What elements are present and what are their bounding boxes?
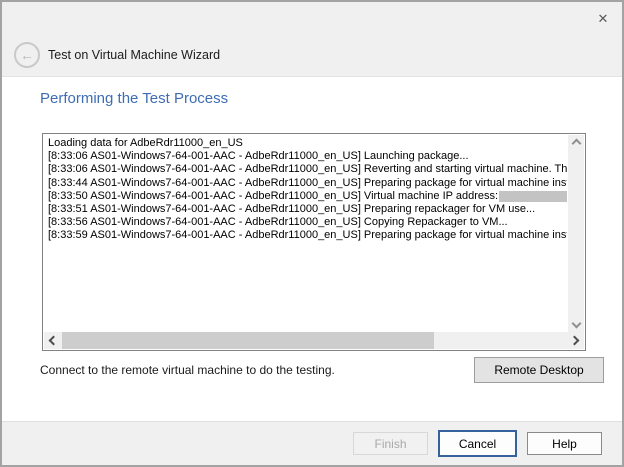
back-arrow-icon: ← bbox=[20, 48, 34, 62]
wizard-title: Test on Virtual Machine Wizard bbox=[48, 48, 220, 62]
log-line: [8:33:44 AS01-Windows7-64-001-AAC - Adbe… bbox=[48, 177, 567, 190]
log-line-text: [8:33:50 AS01-Windows7-64-001-AAC - Adbe… bbox=[48, 190, 498, 203]
log-line: [8:33:56 AS01-Windows7-64-001-AAC - Adbe… bbox=[48, 216, 567, 229]
log-line-text: [8:33:06 AS01-Windows7-64-001-AAC - Adbe… bbox=[48, 163, 567, 176]
scroll-left-icon[interactable] bbox=[49, 336, 59, 346]
log-line: [8:33:59 AS01-Windows7-64-001-AAC - Adbe… bbox=[48, 229, 567, 242]
remote-desktop-button[interactable]: Remote Desktop bbox=[474, 357, 604, 383]
scroll-right-icon[interactable] bbox=[570, 336, 580, 346]
log-line-text: [8:33:59 AS01-Windows7-64-001-AAC - Adbe… bbox=[48, 229, 567, 242]
page-title: Performing the Test Process bbox=[40, 90, 228, 107]
log-line-text: [8:33:56 AS01-Windows7-64-001-AAC - Adbe… bbox=[48, 216, 508, 229]
horizontal-scrollbar-thumb[interactable] bbox=[62, 332, 434, 349]
redacted-ip-block bbox=[499, 191, 567, 202]
log-line-text: [8:33:44 AS01-Windows7-64-001-AAC - Adbe… bbox=[48, 177, 567, 190]
log-line-text: [8:33:51 AS01-Windows7-64-001-AAC - Adbe… bbox=[48, 203, 535, 216]
close-icon: ✕ bbox=[598, 11, 609, 27]
back-button[interactable]: ← bbox=[14, 42, 40, 68]
button-bar: Finish Cancel Help bbox=[2, 421, 622, 465]
log-line: [8:33:51 AS01-Windows7-64-001-AAC - Adbe… bbox=[48, 203, 567, 216]
close-button[interactable]: ✕ bbox=[592, 8, 614, 30]
horizontal-scrollbar[interactable] bbox=[44, 332, 584, 349]
connect-note: Connect to the remote virtual machine to… bbox=[40, 363, 335, 377]
help-button[interactable]: Help bbox=[527, 432, 602, 455]
scroll-up-icon[interactable] bbox=[571, 139, 581, 149]
finish-button: Finish bbox=[353, 432, 428, 455]
cancel-button[interactable]: Cancel bbox=[438, 430, 517, 457]
log-line: [8:33:06 AS01-Windows7-64-001-AAC - Adbe… bbox=[48, 163, 567, 176]
wizard-window: ← Test on Virtual Machine Wizard ✕ Perfo… bbox=[0, 0, 624, 467]
log-line: Loading data for AdbeRdr11000_en_US bbox=[48, 137, 567, 150]
vertical-scrollbar[interactable] bbox=[568, 135, 584, 332]
log-lines: Loading data for AdbeRdr11000_en_US [8:3… bbox=[44, 136, 567, 331]
test-log-listbox[interactable]: Loading data for AdbeRdr11000_en_US [8:3… bbox=[42, 133, 586, 351]
scroll-down-icon[interactable] bbox=[571, 319, 581, 329]
log-line: [8:33:50 AS01-Windows7-64-001-AAC - Adbe… bbox=[48, 190, 567, 203]
wizard-header: ← Test on Virtual Machine Wizard ✕ bbox=[2, 2, 622, 77]
log-line-text: Loading data for AdbeRdr11000_en_US bbox=[48, 137, 243, 150]
log-line: [8:33:06 AS01-Windows7-64-001-AAC - Adbe… bbox=[48, 150, 567, 163]
log-line-text: [8:33:06 AS01-Windows7-64-001-AAC - Adbe… bbox=[48, 150, 469, 163]
